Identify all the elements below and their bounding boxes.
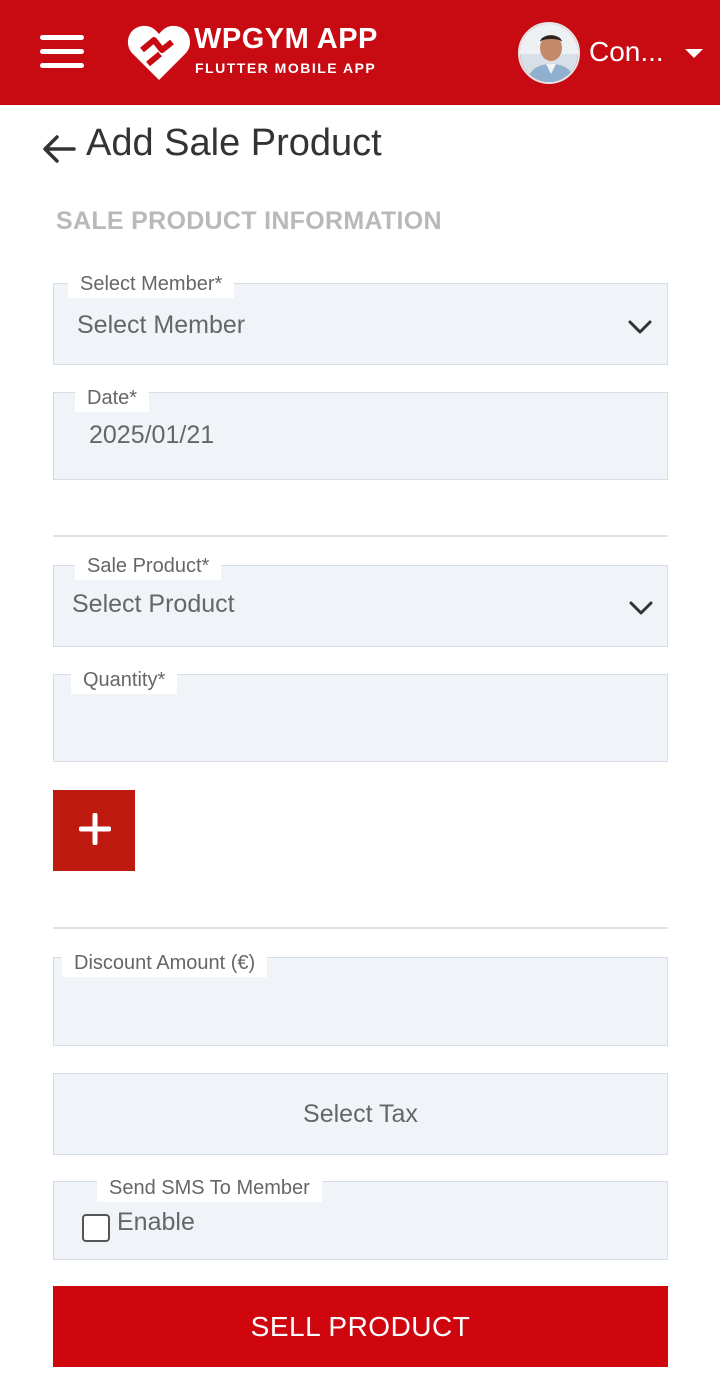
user-name: Con... xyxy=(589,36,664,67)
chevron-down-icon xyxy=(629,601,653,615)
plus-icon xyxy=(78,812,112,846)
divider xyxy=(53,535,668,537)
product-label: Sale Product* xyxy=(75,552,222,580)
member-label: Select Member* xyxy=(68,270,235,298)
app-header: WPGYM APP FLUTTER MOBILE APP Con... xyxy=(0,0,720,105)
logo-subtitle: FLUTTER MOBILE APP xyxy=(195,60,377,76)
back-arrow-icon[interactable] xyxy=(40,130,78,168)
tax-select-value: Select Tax xyxy=(303,1100,418,1128)
date-value: 2025/01/21 xyxy=(89,421,215,449)
logo-title: WPGYM APP xyxy=(194,23,378,55)
quantity-label: Quantity* xyxy=(71,666,178,694)
caret-down-icon[interactable] xyxy=(685,49,703,58)
date-label: Date* xyxy=(75,384,150,412)
chevron-down-icon xyxy=(628,320,652,334)
section-title: SALE PRODUCT INFORMATION xyxy=(56,207,442,235)
tax-select[interactable]: Select Tax xyxy=(53,1073,668,1155)
page-title: Add Sale Product xyxy=(86,122,382,164)
menu-icon[interactable] xyxy=(40,35,84,69)
product-select-value: Select Product xyxy=(72,590,235,618)
heart-logo-icon xyxy=(127,25,191,80)
member-select-value: Select Member xyxy=(77,311,246,339)
sms-enable-checkbox[interactable] xyxy=(82,1214,110,1242)
avatar xyxy=(518,22,580,84)
add-product-button[interactable] xyxy=(53,790,135,871)
discount-label: Discount Amount (€) xyxy=(62,949,268,977)
user-menu[interactable]: Con... xyxy=(518,20,708,86)
divider xyxy=(53,927,668,929)
sms-enable-label[interactable]: Enable xyxy=(117,1208,195,1237)
sell-product-button[interactable]: SELL PRODUCT xyxy=(53,1286,668,1367)
sms-label: Send SMS To Member xyxy=(97,1174,322,1202)
app-logo: WPGYM APP FLUTTER MOBILE APP xyxy=(126,20,396,84)
sell-product-label: SELL PRODUCT xyxy=(250,1311,471,1342)
